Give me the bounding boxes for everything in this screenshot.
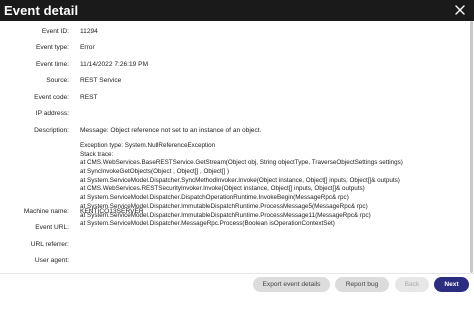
dialog-header: Event detail	[0, 0, 474, 21]
field-value: Message: Object reference not set to an …	[80, 127, 262, 134]
close-icon[interactable]	[453, 3, 467, 17]
scrollbar-thumb[interactable]	[470, 21, 473, 273]
stack-line: at System.ServiceModel.Dispatcher.SyncMe…	[80, 176, 400, 184]
export-event-details-button[interactable]: Export event details	[253, 277, 330, 292]
event-detail-body: Event ID: 11294 Event type: Error Event …	[0, 21, 474, 273]
stack-line: at CMS.WebServices.BaseRESTService.GetSt…	[80, 159, 403, 167]
field-label: Event ID:	[41, 28, 69, 35]
stack-line: Exception type: System.NullReferenceExce…	[80, 142, 216, 149]
stack-line: Stack trace:	[80, 150, 114, 158]
field-label: IP address:	[35, 110, 69, 117]
field-value: 11/14/2022 7:26:19 PM	[80, 61, 149, 68]
field-value: 11294	[80, 28, 98, 35]
field-label: Source:	[46, 77, 69, 84]
dialog-footer: Export event details Report bug Back Nex…	[0, 273, 474, 322]
scrollbar[interactable]	[469, 21, 474, 273]
field-value: Error	[80, 44, 95, 51]
back-button[interactable]: Back	[395, 277, 429, 292]
field-label: Machine name:	[23, 208, 69, 215]
report-bug-button[interactable]: Report bug	[335, 277, 389, 292]
stack-line: at CMS.WebServices.RESTSecurityInvoker.I…	[80, 185, 365, 193]
next-button[interactable]: Next	[434, 277, 469, 292]
dialog-title: Event detail	[4, 3, 79, 18]
field-label: Event type:	[36, 44, 69, 51]
field-label: Description:	[34, 127, 69, 134]
stack-line: at System.ServiceModel.Dispatcher.Dispat…	[80, 194, 349, 202]
field-label: URL referrer:	[30, 241, 69, 248]
stack-line: at System.ServiceModel.Dispatcher.Messag…	[80, 220, 335, 228]
field-label: Event code:	[34, 94, 69, 101]
field-value: REST	[80, 94, 98, 101]
stack-line: at SyncInvokeGetObjects(Object , Object[…	[80, 168, 230, 176]
field-label: User agent:	[34, 257, 69, 264]
field-value: KENTICO13SERVER	[80, 208, 144, 215]
field-label: Event URL:	[35, 224, 69, 231]
field-label: Event time:	[36, 61, 69, 68]
field-value: REST Service	[80, 77, 122, 84]
